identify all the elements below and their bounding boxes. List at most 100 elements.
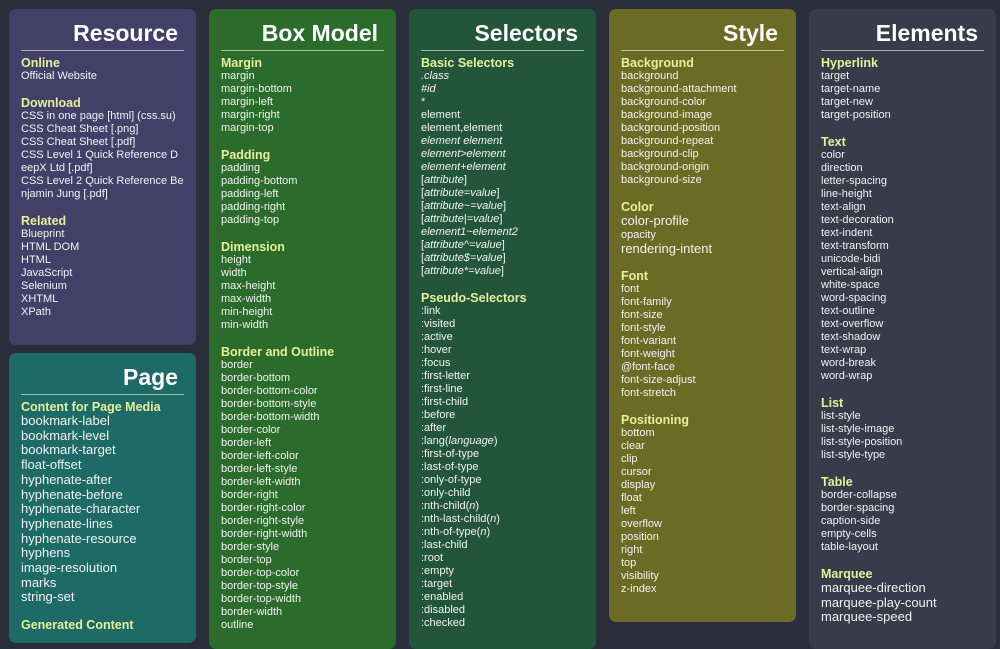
property-item[interactable]: color: [821, 149, 984, 162]
property-item[interactable]: border-top: [221, 554, 384, 567]
property-item[interactable]: bookmark-level: [21, 428, 184, 444]
property-item[interactable]: :active: [421, 331, 584, 344]
property-item[interactable]: target: [821, 70, 984, 83]
link-item[interactable]: Selenium: [21, 280, 184, 293]
property-item[interactable]: list-style-position: [821, 436, 984, 449]
property-item[interactable]: line-height: [821, 188, 984, 201]
link-item[interactable]: CSS in one page [html] (css.su): [21, 110, 184, 123]
property-item[interactable]: background-image: [621, 109, 784, 122]
property-item[interactable]: margin: [221, 70, 384, 83]
property-item[interactable]: text-wrap: [821, 344, 984, 357]
property-item[interactable]: text-indent: [821, 227, 984, 240]
property-item[interactable]: [attribute~=value]: [421, 200, 584, 213]
property-item[interactable]: padding-right: [221, 201, 384, 214]
property-item[interactable]: border-collapse: [821, 489, 984, 502]
link-item[interactable]: HTML DOM: [21, 241, 184, 254]
property-item[interactable]: bookmark-target: [21, 443, 184, 458]
property-item[interactable]: border-left: [221, 437, 384, 450]
property-item[interactable]: unicode-bidi: [821, 253, 984, 266]
property-item[interactable]: [attribute|=value]: [421, 213, 584, 226]
property-item[interactable]: element: [421, 109, 584, 122]
property-item[interactable]: border-bottom-width: [221, 411, 384, 424]
property-item[interactable]: border: [221, 359, 384, 372]
property-item[interactable]: border-top-width: [221, 593, 384, 606]
property-item[interactable]: hyphenate-after: [21, 472, 184, 488]
property-item[interactable]: outline: [221, 619, 384, 632]
property-item[interactable]: :checked: [421, 617, 584, 630]
property-item[interactable]: element element: [421, 135, 584, 148]
property-item[interactable]: min-width: [221, 319, 384, 332]
property-item[interactable]: border-bottom-color: [221, 385, 384, 398]
property-item[interactable]: min-height: [221, 306, 384, 319]
property-item[interactable]: text-transform: [821, 240, 984, 253]
property-item[interactable]: element,element: [421, 122, 584, 135]
property-item[interactable]: :nth-last-child(n): [421, 513, 584, 526]
property-item[interactable]: word-break: [821, 357, 984, 370]
property-item[interactable]: :focus: [421, 357, 584, 370]
property-item[interactable]: text-outline: [821, 305, 984, 318]
property-item[interactable]: text-overflow: [821, 318, 984, 331]
property-item[interactable]: padding-left: [221, 188, 384, 201]
property-item[interactable]: element>element: [421, 148, 584, 161]
property-item[interactable]: border-right-style: [221, 515, 384, 528]
property-item[interactable]: :last-child: [421, 539, 584, 552]
link-item[interactable]: Official Website: [21, 70, 184, 83]
property-item[interactable]: margin-bottom: [221, 83, 384, 96]
property-item[interactable]: text-align: [821, 201, 984, 214]
property-item[interactable]: direction: [821, 162, 984, 175]
property-item[interactable]: border-right: [221, 489, 384, 502]
property-item[interactable]: background-position: [621, 122, 784, 135]
property-item[interactable]: color-profile: [621, 213, 784, 229]
property-item[interactable]: border-left-style: [221, 463, 384, 476]
property-item[interactable]: left: [621, 505, 784, 518]
property-item[interactable]: font: [621, 283, 784, 296]
property-item[interactable]: hyphenate-before: [21, 487, 184, 503]
property-item[interactable]: :nth-child(n): [421, 500, 584, 513]
property-item[interactable]: :enabled: [421, 591, 584, 604]
property-item[interactable]: word-wrap: [821, 370, 984, 383]
property-item[interactable]: :root: [421, 552, 584, 565]
link-item[interactable]: HTML: [21, 254, 184, 267]
property-item[interactable]: hyphenate-lines: [21, 516, 184, 532]
property-item[interactable]: list-style: [821, 410, 984, 423]
property-item[interactable]: cursor: [621, 466, 784, 479]
property-item[interactable]: rendering-intent: [621, 241, 784, 257]
property-item[interactable]: text-decoration: [821, 214, 984, 227]
property-item[interactable]: target-position: [821, 109, 984, 122]
property-item[interactable]: :target: [421, 578, 584, 591]
property-item[interactable]: font-style: [621, 322, 784, 335]
property-item[interactable]: max-height: [221, 280, 384, 293]
property-item[interactable]: *: [421, 96, 584, 109]
property-item[interactable]: bottom: [621, 427, 784, 440]
property-item[interactable]: #id: [421, 83, 584, 96]
property-item[interactable]: opacity: [621, 229, 784, 242]
property-item[interactable]: background-color: [621, 96, 784, 109]
property-item[interactable]: hyphenate-resource: [21, 531, 184, 547]
property-item[interactable]: string-set: [21, 590, 184, 605]
property-item[interactable]: [attribute$=value]: [421, 252, 584, 265]
property-item[interactable]: z-index: [621, 583, 784, 596]
property-item[interactable]: width: [221, 267, 384, 280]
property-item[interactable]: :first-of-type: [421, 448, 584, 461]
property-item[interactable]: font-stretch: [621, 387, 784, 400]
property-item[interactable]: :lang(language): [421, 435, 584, 448]
property-item[interactable]: border-color: [221, 424, 384, 437]
property-item[interactable]: background-attachment: [621, 83, 784, 96]
property-item[interactable]: :first-line: [421, 383, 584, 396]
property-item[interactable]: overflow: [621, 518, 784, 531]
property-item[interactable]: bookmark-label: [21, 413, 184, 429]
property-item[interactable]: display: [621, 479, 784, 492]
property-item[interactable]: border-bottom: [221, 372, 384, 385]
property-item[interactable]: target-new: [821, 96, 984, 109]
property-item[interactable]: top: [621, 557, 784, 570]
property-item[interactable]: :disabled: [421, 604, 584, 617]
link-item[interactable]: CSS Level 1 Quick Reference DeepX Ltd [.…: [21, 149, 184, 175]
property-item[interactable]: :visited: [421, 318, 584, 331]
property-item[interactable]: image-resolution: [21, 560, 184, 576]
property-item[interactable]: hyphens: [21, 546, 184, 561]
property-item[interactable]: border-left-width: [221, 476, 384, 489]
property-item[interactable]: :after: [421, 422, 584, 435]
property-item[interactable]: @font-face: [621, 361, 784, 374]
property-item[interactable]: border-bottom-style: [221, 398, 384, 411]
property-item[interactable]: background-repeat: [621, 135, 784, 148]
